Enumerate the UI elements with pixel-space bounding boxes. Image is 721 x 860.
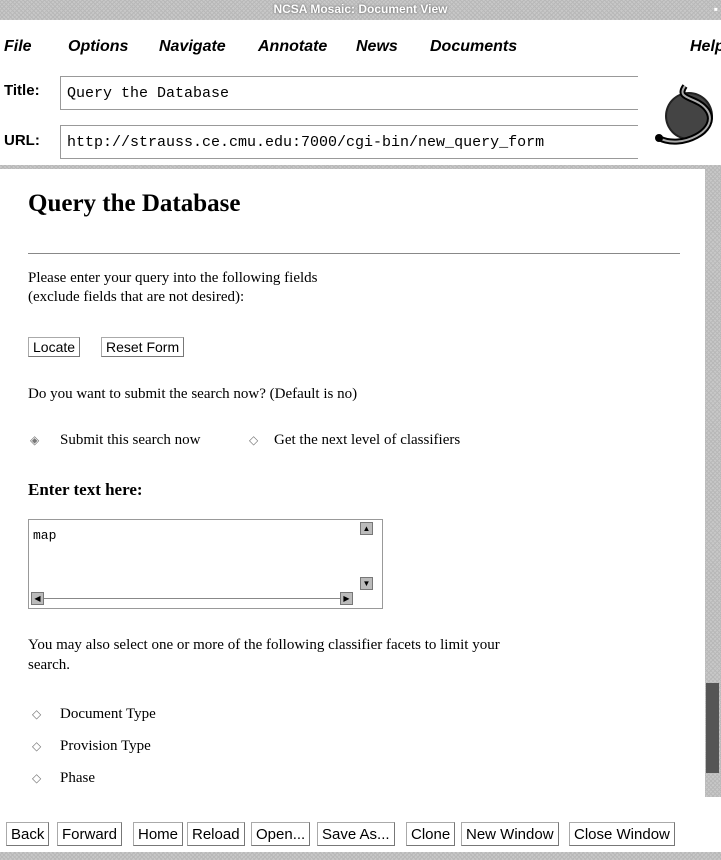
menu-options[interactable]: Options [68,38,128,56]
clone-button[interactable]: Clone [406,822,456,846]
window-titlebar[interactable]: NCSA Mosaic: Document View ▪ [0,0,721,20]
document-view: Query the Database Please enter your que… [0,170,705,796]
window-title: NCSA Mosaic: Document View [273,2,448,16]
facet-checkbox-icon[interactable]: ◇ [32,771,41,785]
scroll-right-arrow-icon[interactable]: ▶ [340,592,353,605]
locate-button[interactable]: Locate [28,337,81,357]
menu-documents[interactable]: Documents [430,38,517,56]
facet-document-type: Document Type [60,706,156,722]
page-heading: Query the Database [28,190,241,217]
mosaic-globe-logo[interactable] [651,80,721,150]
next-level-radio-icon[interactable]: ◇ [249,433,258,447]
query-textarea[interactable]: map ▲ ▼ ◀ ▶ [28,519,383,609]
intro-text-line1: Please enter your query into the followi… [28,270,318,286]
toolbar-separator [0,165,706,169]
intro-text-line2: (exclude fields that are not desired): [28,289,245,305]
scroll-left-arrow-icon[interactable]: ◀ [31,592,44,605]
radio-submit-label: Submit this search now [60,432,201,448]
menu-navigate[interactable]: Navigate [159,38,226,56]
menu-help[interactable]: Help [690,38,721,56]
horizontal-scrollbar[interactable] [44,598,340,599]
title-field: Query the Database [60,76,638,110]
facets-text-line1: You may also select one or more of the f… [28,637,500,653]
facet-checkbox-icon[interactable]: ◇ [32,707,41,721]
reset-form-button[interactable]: Reset Form [101,337,185,357]
vertical-scrollbar-thumb[interactable] [706,683,719,773]
menu-bar: File Options Navigate Annotate News Docu… [0,38,721,60]
facets-text-line2: search. [28,657,71,673]
navigation-toolbar: Back Forward Home Reload Open... Save As… [0,822,721,846]
scroll-down-arrow-icon[interactable]: ▼ [360,577,373,590]
menu-news[interactable]: News [356,38,398,56]
facet-phase: Phase [60,770,95,786]
url-field[interactable]: http://strauss.ce.cmu.edu:7000/cgi-bin/n… [60,125,638,159]
close-window-button[interactable]: Close Window [569,822,675,846]
textarea-value: map [33,528,57,543]
home-button[interactable]: Home [133,822,184,846]
submit-now-radio-icon[interactable]: ◈ [30,433,39,447]
enter-text-heading: Enter text here: [28,480,143,499]
submit-question: Do you want to submit the search now? (D… [28,386,358,402]
title-label: Title: [4,82,40,99]
window-menu-icon[interactable]: ▪ [714,2,718,16]
back-button[interactable]: Back [6,822,50,846]
scroll-up-arrow-icon[interactable]: ▲ [360,522,373,535]
save-as-button[interactable]: Save As... [317,822,395,846]
reload-button[interactable]: Reload [187,822,245,846]
horizontal-rule [28,253,680,254]
radio-next-label: Get the next level of classifiers [274,432,461,448]
open-button[interactable]: Open... [251,822,311,846]
facet-provision-type: Provision Type [60,738,151,754]
bottom-border [0,852,721,860]
facet-checkbox-icon[interactable]: ◇ [32,739,41,753]
url-label: URL: [4,132,40,149]
forward-button[interactable]: Forward [57,822,123,846]
new-window-button[interactable]: New Window [461,822,559,846]
menu-file[interactable]: File [4,38,32,56]
menu-annotate[interactable]: Annotate [258,38,327,56]
